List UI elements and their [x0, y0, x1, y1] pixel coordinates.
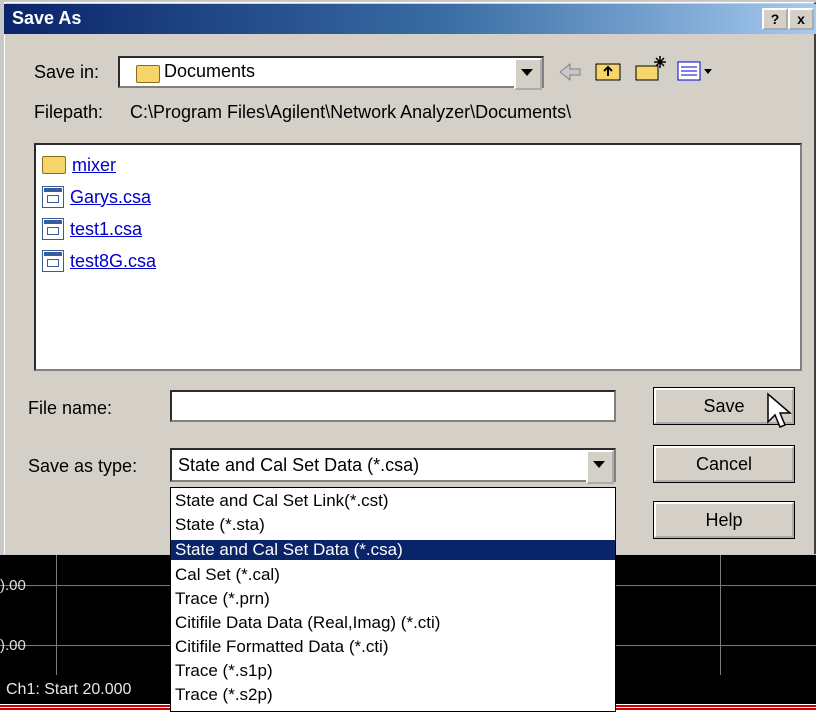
- save-in-dropdown-button[interactable]: [514, 58, 542, 90]
- type-option-selected[interactable]: State and Cal Set Data (*.csa): [171, 540, 615, 560]
- list-item[interactable]: Garys.csa: [42, 183, 151, 211]
- save-as-type-dropdown-list[interactable]: State and Cal Set Link(*.cst) State (*.s…: [170, 487, 616, 712]
- type-option[interactable]: Citifile Formatted Data (*.cti): [171, 637, 615, 657]
- file-name-text: mixer: [72, 154, 116, 175]
- type-option[interactable]: Trace (*.s1p): [171, 661, 615, 681]
- close-button[interactable]: x: [788, 8, 814, 30]
- y-axis-tick: ).00: [0, 637, 26, 654]
- help-button[interactable]: Help: [653, 501, 795, 539]
- dialog-title: Save As: [12, 8, 82, 28]
- file-name-label: File name:: [28, 398, 113, 418]
- save-in-combo[interactable]: Documents: [118, 56, 544, 90]
- type-option[interactable]: State (*.sta): [171, 515, 615, 535]
- csa-file-icon: [42, 186, 64, 208]
- up-folder-icon[interactable]: [594, 58, 624, 84]
- help-title-button[interactable]: ?: [762, 8, 788, 30]
- folder-icon: [42, 156, 66, 174]
- file-name-text: Garys.csa: [70, 186, 152, 207]
- list-item[interactable]: test1.csa: [42, 215, 142, 243]
- save-as-type-label: Save as type:: [28, 456, 138, 476]
- y-axis-tick: ).00: [0, 577, 26, 594]
- file-name-text: test1.csa: [70, 218, 143, 239]
- view-menu-icon[interactable]: [676, 60, 718, 84]
- save-as-type-value: State and Cal Set Data (*.csa): [178, 455, 420, 475]
- file-list[interactable]: mixer Garys.csa test1.csa test8G.csa: [34, 143, 802, 371]
- type-option[interactable]: Trace (*.s2p): [171, 685, 615, 705]
- title-bar: Save As ? x: [4, 4, 816, 34]
- filepath-value: C:\Program Files\Agilent\Network Analyze…: [130, 102, 572, 122]
- save-as-type-dropdown-button[interactable]: [586, 450, 614, 484]
- type-option[interactable]: Trace (*.prn): [171, 589, 615, 609]
- save-in-label: Save in:: [34, 62, 100, 82]
- cancel-button[interactable]: Cancel: [653, 445, 795, 483]
- file-name-input[interactable]: [170, 390, 616, 422]
- save-as-type-select[interactable]: State and Cal Set Data (*.csa): [170, 448, 616, 484]
- save-in-value: Documents: [164, 61, 256, 81]
- csa-file-icon: [42, 218, 64, 240]
- mouse-cursor-icon: [767, 392, 793, 428]
- csa-file-icon: [42, 250, 64, 272]
- list-item[interactable]: test8G.csa: [42, 247, 156, 275]
- new-folder-icon[interactable]: [634, 54, 668, 84]
- list-item[interactable]: mixer: [42, 151, 116, 179]
- back-arrow-icon[interactable]: [556, 60, 584, 84]
- type-option[interactable]: State and Cal Set Link(*.cst): [171, 491, 615, 511]
- filepath-label: Filepath:: [34, 102, 104, 122]
- type-option[interactable]: Cal Set (*.cal): [171, 565, 615, 585]
- type-option[interactable]: Citifile Data Data (Real,Imag) (*.cti): [171, 613, 615, 633]
- file-name-text: test8G.csa: [70, 250, 157, 271]
- folder-icon: [136, 65, 160, 83]
